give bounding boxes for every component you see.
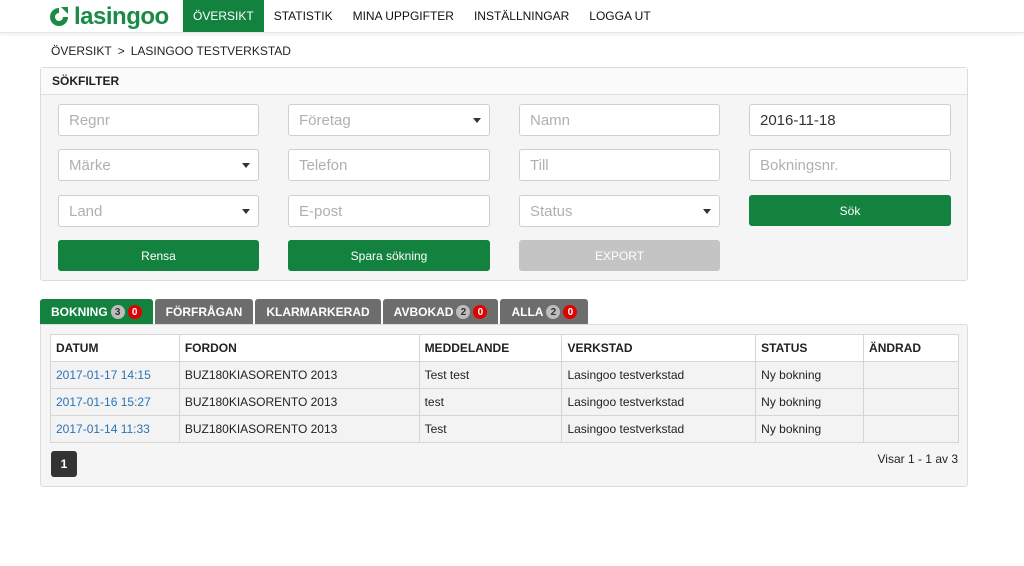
column-header-andrad[interactable]: ÄNDRAD: [863, 334, 959, 362]
nav-installningar[interactable]: INSTÄLLNINGAR: [464, 0, 579, 32]
marke-select[interactable]: Märke: [58, 149, 259, 181]
tab-label: ALLA: [511, 305, 544, 319]
booking-date-link[interactable]: 2017-01-16 15:27: [50, 388, 180, 416]
message-cell: Test: [418, 415, 563, 443]
tab-bokning[interactable]: BOKNING 3 0: [40, 299, 153, 325]
tab-label: BOKNING: [51, 305, 108, 319]
table-header-row: DATUM FORDON MEDDELANDE VERKSTAD STATUS …: [50, 334, 959, 362]
status-select[interactable]: Status: [519, 195, 720, 227]
namn-input[interactable]: Namn: [519, 104, 720, 136]
land-select[interactable]: Land: [58, 195, 259, 227]
tab-avbokad[interactable]: AVBOKAD 2 0: [382, 299, 499, 325]
breadcrumb: ÖVERSIKT > LASINGOO TESTVERKSTAD: [51, 44, 291, 58]
table-row[interactable]: 2017-01-16 15:27 BUZ180KIASORENTO 2013 t…: [50, 388, 959, 416]
till-input[interactable]: Till: [519, 149, 720, 181]
column-header-fordon[interactable]: FORDON: [178, 334, 420, 362]
new-badge: 0: [473, 305, 488, 319]
marke-select-label: Märke: [69, 156, 111, 174]
chevron-down-icon: [242, 209, 250, 214]
foretag-select-label: Företag: [299, 111, 351, 129]
search-filter-title: SÖKFILTER: [41, 68, 967, 95]
count-badge: 2: [456, 305, 471, 319]
booking-date-link[interactable]: 2017-01-17 14:15: [50, 361, 180, 389]
changed-cell: [863, 361, 959, 389]
table-row[interactable]: 2017-01-14 11:33 BUZ180KIASORENTO 2013 T…: [50, 415, 959, 443]
tab-label: AVBOKAD: [393, 305, 454, 319]
land-select-label: Land: [69, 202, 103, 220]
workshop-cell: Lasingoo testverkstad: [561, 388, 757, 416]
logo-text: lasingoo: [74, 3, 169, 30]
date-input[interactable]: 2016-11-18: [749, 104, 951, 136]
tab-label: FÖRFRÅGAN: [165, 305, 243, 319]
logo-mark-icon: [48, 6, 70, 28]
vehicle-cell: BUZ180KIASORENTO 2013: [178, 361, 420, 389]
workshop-cell: Lasingoo testverkstad: [561, 361, 757, 389]
bookings-table: DATUM FORDON MEDDELANDE VERKSTAD STATUS …: [50, 334, 959, 443]
message-cell: Test test: [418, 361, 563, 389]
chevron-down-icon: [473, 118, 481, 123]
tab-klarmarkerad[interactable]: KLARMARKERAD: [255, 299, 381, 325]
workshop-cell: Lasingoo testverkstad: [561, 415, 757, 443]
regnr-input[interactable]: Regnr: [58, 104, 259, 136]
nav-statistik[interactable]: STATISTIK: [264, 0, 343, 32]
column-header-datum[interactable]: DATUM: [50, 334, 180, 362]
column-header-status[interactable]: STATUS: [755, 334, 865, 362]
new-badge: 0: [563, 305, 578, 319]
changed-cell: [863, 415, 959, 443]
results-count: Visar 1 - 1 av 3: [877, 452, 958, 466]
status-select-label: Status: [530, 202, 573, 220]
breadcrumb-separator: >: [117, 44, 125, 58]
breadcrumb-current: LASINGOO TESTVERKSTAD: [130, 44, 291, 58]
nav-oversikt[interactable]: ÖVERSIKT: [183, 0, 264, 32]
table-row[interactable]: 2017-01-17 14:15 BUZ180KIASORENTO 2013 T…: [50, 361, 959, 389]
clear-button[interactable]: Rensa: [58, 240, 259, 271]
telefon-input[interactable]: Telefon: [288, 149, 490, 181]
changed-cell: [863, 388, 959, 416]
count-badge: 3: [110, 305, 125, 319]
booking-tabs: BOKNING 3 0 FÖRFRÅGAN KLARMARKERAD AVBOK…: [40, 299, 589, 325]
export-button[interactable]: EXPORT: [519, 240, 720, 271]
status-cell: Ny bokning: [755, 415, 865, 443]
search-button[interactable]: Sök: [749, 195, 951, 226]
vehicle-cell: BUZ180KIASORENTO 2013: [178, 415, 420, 443]
vehicle-cell: BUZ180KIASORENTO 2013: [178, 388, 420, 416]
main-nav: ÖVERSIKT STATISTIK MINA UPPGIFTER INSTÄL…: [183, 0, 661, 32]
new-badge: 0: [127, 305, 142, 319]
bokningsnr-input[interactable]: Bokningsnr.: [749, 149, 951, 181]
tab-alla[interactable]: ALLA 2 0: [500, 299, 589, 325]
search-filter-panel: SÖKFILTER Regnr Företag Namn 2016-11-18 …: [40, 67, 968, 281]
tab-label: KLARMARKERAD: [266, 305, 370, 319]
column-header-verkstad[interactable]: VERKSTAD: [561, 334, 757, 362]
breadcrumb-root[interactable]: ÖVERSIKT: [51, 44, 112, 58]
booking-date-link[interactable]: 2017-01-14 11:33: [50, 415, 180, 443]
count-badge: 2: [546, 305, 561, 319]
message-cell: test: [418, 388, 563, 416]
top-navbar: lasingoo ÖVERSIKT STATISTIK MINA UPPGIFT…: [0, 0, 1024, 33]
bookings-panel: DATUM FORDON MEDDELANDE VERKSTAD STATUS …: [40, 324, 968, 487]
lasingoo-logo[interactable]: lasingoo: [48, 3, 169, 31]
chevron-down-icon: [242, 163, 250, 168]
foretag-select[interactable]: Företag: [288, 104, 490, 136]
tab-forfragan[interactable]: FÖRFRÅGAN: [154, 299, 254, 325]
chevron-down-icon: [703, 209, 711, 214]
status-cell: Ny bokning: [755, 388, 865, 416]
status-cell: Ny bokning: [755, 361, 865, 389]
epost-input[interactable]: E-post: [288, 195, 490, 227]
nav-logga-ut[interactable]: LOGGA UT: [579, 0, 660, 32]
save-search-button[interactable]: Spara sökning: [288, 240, 490, 271]
page-1-button[interactable]: 1: [51, 451, 77, 477]
column-header-meddelande[interactable]: MEDDELANDE: [418, 334, 563, 362]
nav-mina-uppgifter[interactable]: MINA UPPGIFTER: [343, 0, 464, 32]
